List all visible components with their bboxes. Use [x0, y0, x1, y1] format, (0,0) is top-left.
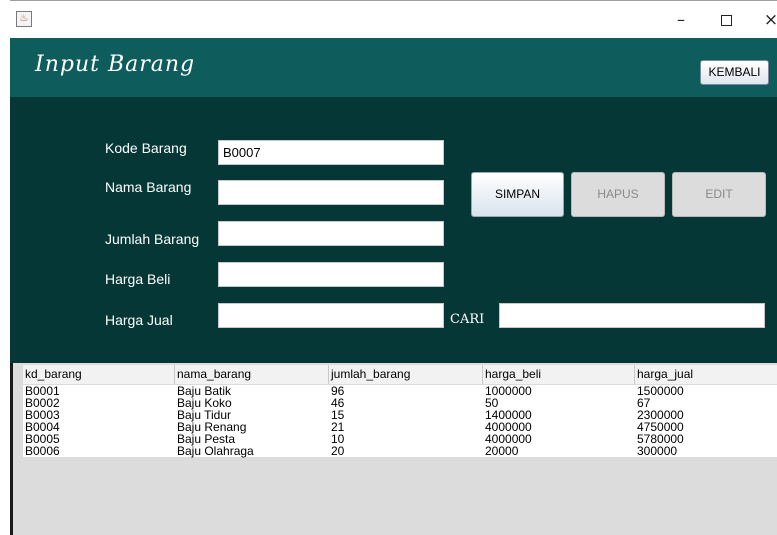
column-header[interactable]: harga_jual: [635, 365, 777, 384]
title-bar[interactable]: ♨ – ×: [10, 0, 777, 38]
maximize-icon: [720, 15, 732, 26]
harga-beli-label: Harga Beli: [105, 271, 171, 287]
table-border: [10, 363, 13, 535]
close-button[interactable]: ×: [760, 9, 777, 31]
table-row[interactable]: B0001 Baju Batik 96 1000000 1500000: [23, 385, 777, 397]
back-button[interactable]: KEMBALI: [700, 60, 769, 85]
column-header[interactable]: harga_beli: [483, 365, 635, 384]
table-cell: 20000: [485, 444, 519, 458]
form-panel: Kode Barang B0007 Nama Barang Jumlah Bar…: [10, 97, 777, 363]
table-cell: Baju Olahraga: [177, 444, 254, 458]
java-icon: ♨: [16, 11, 32, 27]
simpan-button[interactable]: SIMPAN: [471, 172, 564, 217]
cari-label: CARI: [450, 312, 485, 327]
jumlah-barang-field[interactable]: [218, 221, 444, 246]
harga-beli-field[interactable]: [218, 262, 444, 287]
table-cell: 20: [331, 444, 345, 458]
table-row[interactable]: B0006 Baju Olahraga 20 20000 300000: [23, 445, 777, 457]
table-cell: 300000: [637, 444, 678, 458]
column-header[interactable]: jumlah_barang: [329, 365, 483, 384]
nama-barang-label: Nama Barang: [105, 179, 192, 195]
table-cell: B0006: [25, 444, 60, 458]
table-header: kd_barang nama_barang jumlah_barang harg…: [23, 365, 777, 384]
header-bar: Input Barang KEMBALI: [10, 38, 777, 97]
app-window: ♨ – × Input Barang KEMBALI Kode Barang B…: [0, 0, 777, 535]
table-body: B0001 Baju Batik 96 1000000 1500000 B000…: [23, 385, 777, 457]
table-panel: kd_barang nama_barang jumlah_barang harg…: [10, 363, 777, 535]
nama-barang-field[interactable]: [218, 180, 444, 205]
edit-button[interactable]: EDIT: [672, 172, 766, 217]
kode-barang-label: Kode Barang: [105, 140, 187, 156]
harga-jual-label: Harga Jual: [105, 312, 173, 328]
column-header[interactable]: kd_barang: [23, 365, 175, 384]
page-title: Input Barang: [35, 52, 196, 77]
search-input[interactable]: [499, 303, 765, 328]
minimize-button[interactable]: –: [670, 9, 692, 31]
maximize-button[interactable]: [715, 9, 737, 31]
hapus-button[interactable]: HAPUS: [571, 172, 665, 217]
harga-jual-field[interactable]: [218, 303, 444, 328]
column-header[interactable]: nama_barang: [175, 365, 329, 384]
window-left-border: [0, 0, 10, 535]
kode-barang-field[interactable]: B0007: [218, 140, 444, 165]
jumlah-barang-label: Jumlah Barang: [105, 231, 200, 247]
